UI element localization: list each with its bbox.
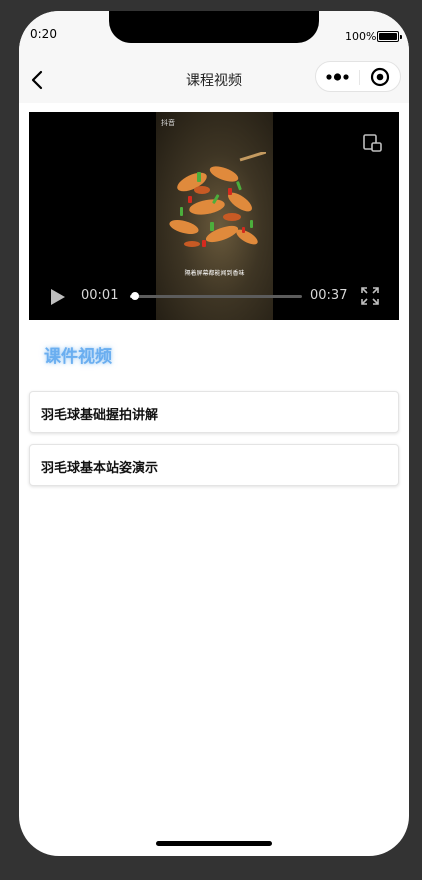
lesson-label: 羽毛球基本站姿演示 [41, 461, 159, 476]
progress-handle[interactable] [130, 292, 139, 300]
current-time: 00:01 [81, 288, 119, 303]
progress-bar[interactable] [130, 292, 302, 300]
status-time: 0:20 [30, 27, 57, 41]
play-icon[interactable] [48, 287, 68, 307]
lesson-label: 羽毛球基础握拍讲解 [41, 408, 159, 423]
phone-screen: 0:20 100% 课程视频 抖音 隔着屏幕都能闻到香味 00:01 00:37… [19, 11, 409, 856]
lesson-item[interactable]: 羽毛球基础握拍讲解 [29, 391, 399, 433]
video-player[interactable]: 抖音 隔着屏幕都能闻到香味 00:01 00:37 [29, 112, 399, 320]
fullscreen-icon[interactable] [360, 286, 380, 306]
cast-screen-icon[interactable] [362, 132, 384, 154]
video-caption: 隔着屏幕都能闻到香味 [184, 270, 245, 277]
miniprogram-capsule [315, 61, 401, 92]
device-notch [109, 11, 319, 43]
navigation-bar: 课程视频 [19, 57, 409, 103]
close-circle-icon[interactable] [360, 62, 401, 91]
more-dots-icon[interactable] [316, 62, 359, 91]
battery-percent: 100% [345, 30, 377, 43]
food-image [169, 152, 266, 247]
lesson-item[interactable]: 羽毛球基本站姿演示 [29, 444, 399, 486]
video-watermark: 抖音 [161, 119, 175, 127]
section-title: 课件视频 [44, 347, 112, 367]
total-time: 00:37 [310, 288, 348, 303]
battery-icon [377, 31, 402, 42]
home-indicator[interactable] [156, 841, 272, 846]
